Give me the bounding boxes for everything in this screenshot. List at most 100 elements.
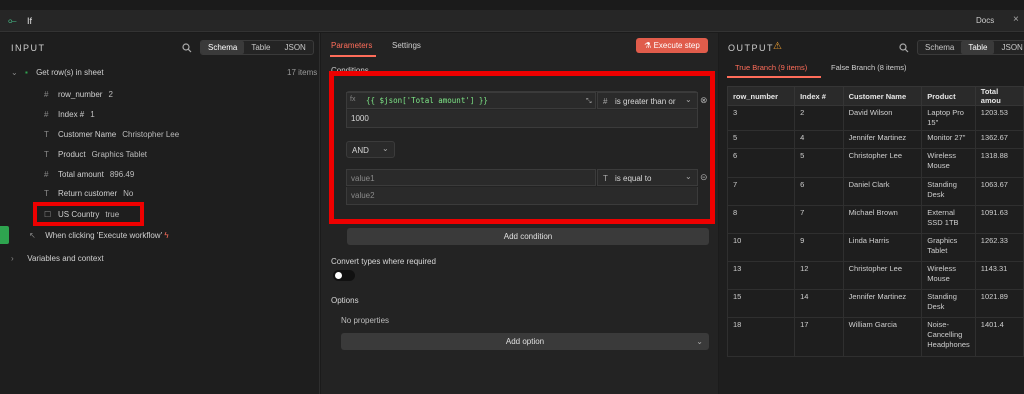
field-row[interactable]: # row_number 2 — [44, 90, 113, 99]
options-label: Options — [331, 296, 359, 305]
table-row: 6 5 Christopher Lee Wireless Mouse 1318.88 — [726, 148, 1024, 178]
sheets-icon: ▪ — [25, 68, 28, 77]
trigger-label: When clicking 'Execute workflow' — [45, 231, 163, 240]
tab-settings[interactable]: Settings — [392, 41, 421, 50]
table-cell: 1318.88 — [974, 148, 1024, 178]
view-json[interactable]: JSON — [277, 41, 312, 54]
add-option-button[interactable]: Add option ⌄ — [341, 333, 709, 350]
table-row: 13 12 Christopher Lee Wireless Mouse 1143.31 — [726, 261, 1024, 290]
field-row[interactable]: T Product Graphics Tablet — [44, 150, 147, 159]
branch-underline — [727, 76, 821, 78]
table-cell: 10 — [726, 233, 796, 262]
input-title: INPUT — [11, 43, 46, 53]
table-cell: Standing Desk — [921, 289, 976, 318]
table-cell: Wireless Mouse — [921, 261, 976, 290]
table-cell: Christopher Lee — [842, 261, 923, 290]
table-row: 15 14 Jennifer Martinez Standing Desk 1021.8… — [726, 289, 1024, 318]
table-cell: 9 — [794, 233, 844, 262]
no-properties-text: No properties — [341, 316, 390, 325]
convert-types-label: Convert types where required — [331, 257, 436, 266]
close-icon[interactable]: × — [1013, 14, 1019, 25]
convert-types-toggle[interactable] — [333, 270, 355, 281]
table-cell: William Garcia — [842, 317, 923, 357]
table-cell: Monitor 27" — [921, 130, 976, 149]
tab-false-branch[interactable]: False Branch (8 items) — [831, 63, 906, 72]
table-row: 18 17 William Garcia Noise-Cancelling Headp… — [726, 317, 1024, 357]
sheets-tab-icon[interactable] — [0, 226, 9, 244]
warning-icon: ⚠ — [773, 41, 782, 52]
tab-true-branch[interactable]: True Branch (9 items) — [735, 63, 807, 72]
table-cell: 7 — [726, 177, 796, 206]
field-value: 1 — [90, 110, 95, 119]
table-cell: 8 — [726, 205, 796, 234]
table-cell: 12 — [794, 261, 844, 290]
field-row[interactable]: T Return customer No — [44, 189, 133, 198]
column-header: Product — [921, 86, 976, 106]
column-header: Customer Name — [842, 86, 923, 106]
table-cell: 5 — [726, 130, 796, 149]
field-name: row_number — [58, 90, 103, 99]
view-schema[interactable]: Schema — [201, 41, 245, 54]
view-table[interactable]: Table — [244, 41, 277, 54]
table-header: row_number Index # Customer Name Product… — [726, 86, 1024, 106]
trigger-row[interactable]: ↖ When clicking 'Execute workflow' ϟ — [29, 231, 169, 240]
variables-label: Variables and context — [27, 254, 104, 263]
table-cell: 15 — [726, 289, 796, 318]
table-cell: David Wilson — [842, 105, 923, 131]
search-icon[interactable] — [899, 43, 909, 53]
field-name: Product — [58, 150, 86, 159]
table-cell: 14 — [794, 289, 844, 318]
table-cell: Wireless Mouse — [921, 148, 976, 178]
table-cell: 18 — [726, 317, 796, 357]
view-json[interactable]: JSON — [994, 41, 1024, 54]
table-cell: Daniel Clark — [842, 177, 923, 206]
field-row[interactable]: # Total amount 896.49 — [44, 170, 134, 179]
view-schema[interactable]: Schema — [918, 41, 961, 54]
cursor-icon: ↖ — [29, 231, 36, 240]
node-header: ⟜ If Docs × — [0, 10, 1024, 32]
field-value: 896.49 — [109, 170, 135, 179]
table-cell: 1362.67 — [974, 130, 1024, 149]
table-cell: Linda Harris — [842, 233, 923, 262]
field-name: Customer Name — [58, 130, 117, 139]
execute-step-button[interactable]: ⚗ Execute step — [636, 38, 708, 53]
table-cell: Laptop Pro 15" — [921, 105, 976, 131]
add-condition-button[interactable]: Add condition — [347, 228, 709, 245]
table-cell: 5 — [794, 148, 844, 178]
column-header: row_number — [726, 86, 796, 106]
item-count: 17 items — [287, 68, 318, 77]
search-icon[interactable] — [182, 43, 192, 53]
node-name: Get row(s) in sheet — [36, 68, 104, 77]
docs-link[interactable]: Docs — [976, 16, 994, 25]
field-row[interactable]: # Index # 1 — [44, 110, 95, 119]
field-row[interactable]: T Customer Name Christopher Lee — [44, 130, 179, 139]
field-value: No — [123, 189, 134, 198]
table-cell: 1262.33 — [974, 233, 1024, 262]
node-title: If — [27, 16, 33, 26]
field-value: 2 — [108, 90, 113, 99]
table-cell: 1203.53 — [974, 105, 1024, 131]
view-table[interactable]: Table — [961, 41, 995, 54]
output-table: row_number Index # Customer Name Product… — [726, 86, 1024, 357]
column-header: Index # — [794, 86, 844, 106]
table-cell: 1063.67 — [974, 177, 1024, 206]
variables-row[interactable]: › Variables and context — [11, 254, 104, 263]
table-cell: Graphics Tablet — [921, 233, 976, 262]
table-cell: External SSD 1TB — [921, 205, 976, 234]
table-cell: 2 — [794, 105, 844, 131]
tab-parameters[interactable]: Parameters — [331, 41, 372, 50]
input-view-switch: Schema Table JSON — [200, 40, 314, 55]
text-icon: T — [44, 130, 49, 139]
tab-underline — [330, 55, 376, 57]
table-cell: Christopher Lee — [842, 148, 923, 178]
table-row: 3 2 David Wilson Laptop Pro 15" 1203.53 — [726, 105, 1024, 131]
field-name: Index # — [58, 110, 85, 119]
bolt-icon: ϟ — [164, 231, 169, 240]
node-row[interactable]: ⌄ ▪ Get row(s) in sheet — [11, 68, 104, 77]
table-cell: 1021.89 — [974, 289, 1024, 318]
table-cell: 1401.4 — [974, 317, 1024, 357]
chevron-down-icon: ⌄ — [11, 68, 18, 77]
table-cell: 17 — [794, 317, 844, 357]
highlight-box — [33, 202, 144, 226]
table-cell: Jennifer Martinez — [842, 130, 923, 149]
